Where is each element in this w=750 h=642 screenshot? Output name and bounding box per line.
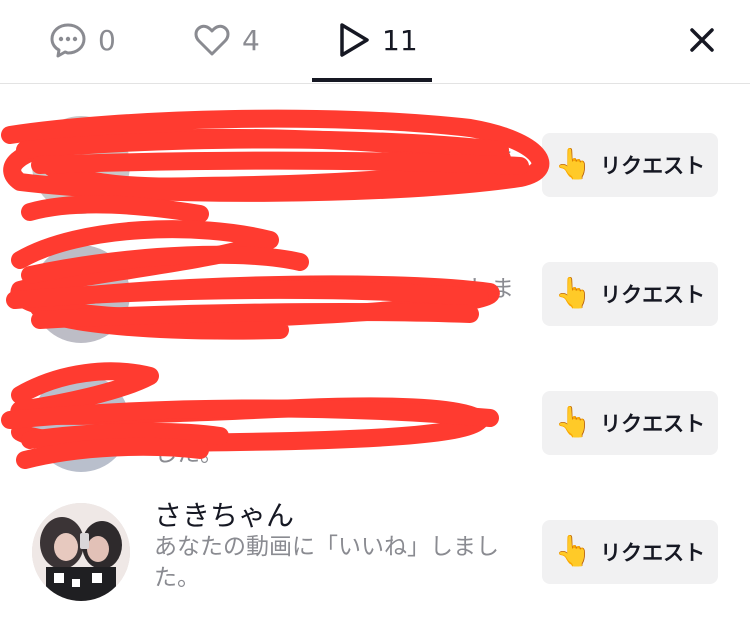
avatar[interactable]	[32, 245, 130, 343]
list-item[interactable]: ま 👆 リクエスト	[0, 101, 750, 229]
pointing-hand-icon: 👆	[554, 147, 593, 182]
tab-views[interactable]: 11	[336, 18, 418, 62]
avatar-photo	[32, 503, 130, 601]
tab-comments-count: 0	[98, 23, 116, 57]
notification-message: した。	[154, 441, 223, 467]
tab-views-count: 11	[382, 23, 418, 57]
heart-icon	[192, 20, 232, 60]
pointing-hand-icon: 👆	[554, 276, 593, 311]
request-button[interactable]: 👆 リクエスト	[542, 391, 718, 455]
request-button[interactable]: 👆 リクエスト	[542, 262, 718, 326]
notification-message: ま	[491, 147, 514, 173]
list-item[interactable]: さきちゃん あなたの動画に「いいね」しました。 👆 リクエスト	[0, 488, 750, 616]
active-tab-indicator	[312, 78, 432, 82]
close-button[interactable]	[682, 20, 722, 60]
play-icon	[336, 20, 372, 60]
comment-icon	[48, 20, 88, 60]
request-button-label: リクエスト	[600, 154, 706, 178]
pointing-hand-icon: 👆	[554, 405, 593, 440]
list-item[interactable]: した。 👆 リクエスト	[0, 359, 750, 487]
tab-likes[interactable]: 4	[192, 18, 260, 62]
avatar[interactable]	[32, 374, 130, 472]
tab-bar: 0 4 11	[0, 0, 750, 84]
notification-message: あなたの動画に「いいね」しました。	[154, 534, 499, 591]
list-item[interactable]: しま 👆 リクエスト	[0, 230, 750, 358]
user-name[interactable]: さきちゃん	[154, 494, 294, 534]
request-button-label: リクエスト	[600, 541, 706, 565]
notification-message: しま	[468, 276, 514, 302]
close-icon	[690, 28, 714, 52]
avatar[interactable]	[32, 116, 130, 214]
tab-likes-count: 4	[242, 23, 260, 57]
request-button[interactable]: 👆 リクエスト	[542, 133, 718, 197]
pointing-hand-icon: 👆	[554, 534, 593, 569]
request-button-label: リクエスト	[600, 412, 706, 436]
request-button-label: リクエスト	[600, 283, 706, 307]
request-button[interactable]: 👆 リクエスト	[542, 520, 718, 584]
avatar[interactable]	[32, 503, 130, 601]
tab-comments[interactable]: 0	[48, 18, 116, 62]
